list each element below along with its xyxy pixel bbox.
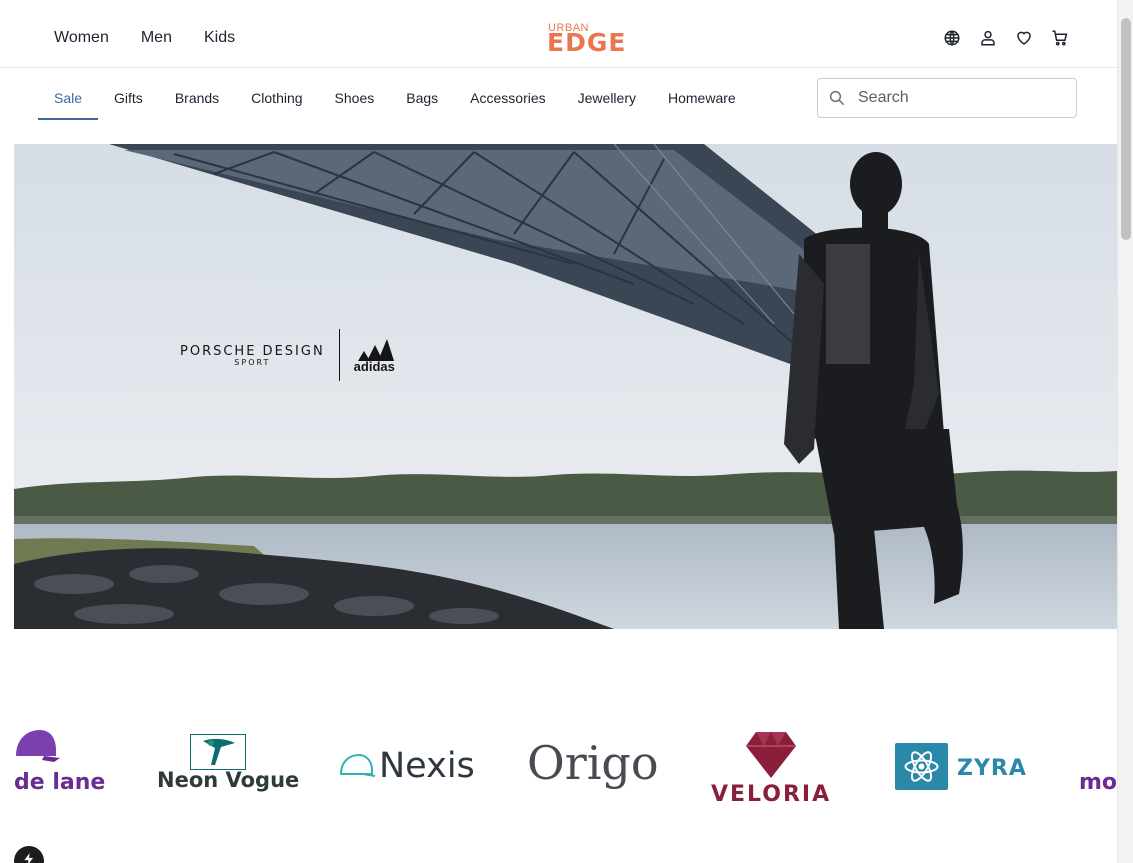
- user-icon[interactable]: [979, 29, 997, 47]
- utility-icons: [943, 29, 1069, 47]
- category-nav: Sale Gifts Brands Clothing Shoes Bags Ac…: [38, 78, 752, 120]
- porsche-design-text: PORSCHE DESIGN: [180, 343, 325, 359]
- brand-name: VELORIA: [711, 782, 832, 807]
- brand-name: Nexis: [379, 746, 475, 786]
- category-gifts[interactable]: Gifts: [98, 78, 159, 120]
- brand-name: Neon Vogue: [157, 768, 300, 792]
- nav-women-link[interactable]: Women: [54, 28, 109, 48]
- brand-carousel: de lane Neon Vogue Nexis Origo VELORIA Z…: [0, 700, 1117, 820]
- search-box: [817, 78, 1077, 118]
- search-input[interactable]: [858, 79, 1068, 117]
- atom-icon: [904, 751, 939, 782]
- cap-outline-icon: [339, 753, 376, 777]
- category-bags[interactable]: Bags: [390, 78, 454, 120]
- category-jewellery[interactable]: Jewellery: [562, 78, 652, 120]
- site-logo[interactable]: URBAN EDGE: [547, 22, 655, 56]
- cap-icon: [16, 730, 60, 762]
- globe-icon[interactable]: [943, 29, 961, 47]
- page-scrollbar[interactable]: [1117, 0, 1133, 863]
- adidas-stripes-icon: [358, 338, 395, 361]
- logo-main-text: EDGE: [547, 28, 627, 57]
- heart-icon[interactable]: [1015, 29, 1033, 47]
- brand-name: Origo: [527, 736, 659, 790]
- brand-name: mo: [1079, 770, 1117, 795]
- zyra-tile: [895, 743, 948, 790]
- category-brands[interactable]: Brands: [159, 78, 235, 120]
- category-accessories[interactable]: Accessories: [454, 78, 561, 120]
- category-bar: Sale Gifts Brands Clothing Shoes Bags Ac…: [0, 68, 1117, 130]
- scrollbar-thumb[interactable]: [1121, 18, 1131, 240]
- sport-text: SPORT: [234, 357, 271, 367]
- cart-icon[interactable]: [1051, 29, 1069, 47]
- gem-icon: [746, 732, 796, 778]
- quick-action-button[interactable]: [14, 846, 44, 863]
- brand-name: de lane: [14, 770, 106, 795]
- category-shoes[interactable]: Shoes: [319, 78, 391, 120]
- hero-banner[interactable]: PORSCHE DESIGN SPORT adidas: [14, 144, 1117, 629]
- hero-image: [14, 144, 1117, 629]
- adidas-text: adidas: [353, 358, 395, 374]
- category-sale[interactable]: Sale: [38, 78, 99, 120]
- lightning-icon: [24, 853, 34, 863]
- nav-kids-link[interactable]: Kids: [204, 28, 235, 48]
- brand-name: ZYRA: [957, 756, 1027, 781]
- nav-men-link[interactable]: Men: [141, 28, 172, 48]
- adidas-logo: adidas: [340, 337, 395, 374]
- hero-brand-lockup: PORSCHE DESIGN SPORT adidas: [180, 329, 395, 381]
- top-header: Women Men Kids URBAN EDGE: [0, 0, 1117, 68]
- search-icon: [828, 89, 846, 107]
- category-clothing[interactable]: Clothing: [235, 78, 318, 120]
- porsche-design-logo: PORSCHE DESIGN SPORT: [180, 344, 339, 367]
- gender-nav: Women Men Kids: [54, 28, 235, 48]
- neon-vogue-emblem-icon: [190, 734, 246, 770]
- category-homeware[interactable]: Homeware: [652, 78, 752, 120]
